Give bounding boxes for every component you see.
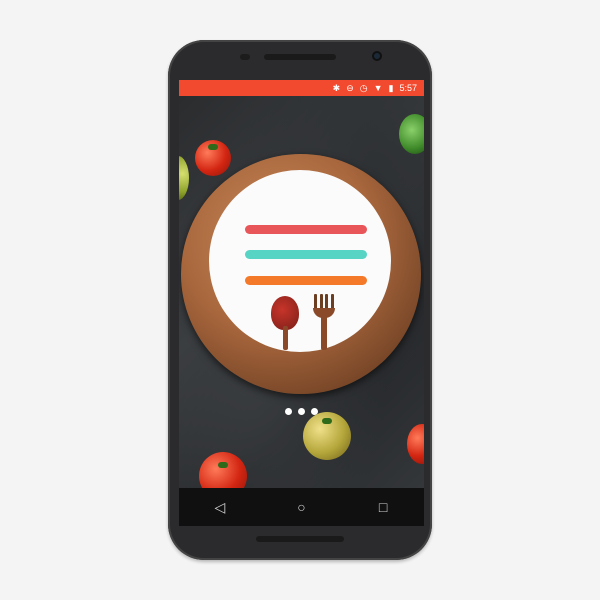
logo-bar-teal: [245, 250, 367, 259]
plate-logo: [181, 154, 421, 394]
navigation-bar: ◁ ○ □: [179, 488, 424, 526]
tomato-right-edge: [407, 424, 424, 464]
page-dot: [298, 408, 305, 415]
wifi-icon: ▼: [373, 83, 383, 93]
status-bar: ✱ ⊖ ◷ ▼ ▮ 5:57: [179, 80, 424, 96]
top-speaker: [264, 54, 336, 60]
splash-background: [179, 96, 424, 500]
home-icon[interactable]: ○: [281, 488, 321, 526]
green-tomato-top-right: [399, 114, 424, 154]
green-tomato-left: [179, 156, 189, 200]
battery-icon: ▮: [388, 83, 394, 93]
alarm-icon: ◷: [359, 83, 368, 93]
fork-handle: [321, 316, 327, 350]
spoon-handle: [283, 326, 288, 350]
page-dot: [285, 408, 292, 415]
proximity-sensor: [240, 54, 250, 60]
front-camera: [372, 51, 382, 61]
bottom-speaker: [256, 536, 344, 542]
tomato-top-left: [195, 140, 231, 176]
yellow-tomato: [303, 412, 351, 460]
spoon-icon: [271, 296, 299, 330]
phone-screen: ✱ ⊖ ◷ ▼ ▮ 5:57 ◁ ○ □: [179, 80, 424, 526]
logo-bar-orange: [245, 276, 367, 285]
recents-icon[interactable]: □: [363, 488, 403, 526]
back-icon[interactable]: ◁: [200, 488, 240, 526]
page-indicator: [285, 408, 318, 415]
bluetooth-icon: ✱: [332, 83, 341, 93]
status-time: 5:57: [399, 83, 417, 93]
do-not-disturb-icon: ⊖: [346, 83, 354, 93]
plate-center: [209, 170, 391, 352]
logo-bar-red: [245, 225, 367, 234]
fork-icon: [313, 294, 335, 318]
